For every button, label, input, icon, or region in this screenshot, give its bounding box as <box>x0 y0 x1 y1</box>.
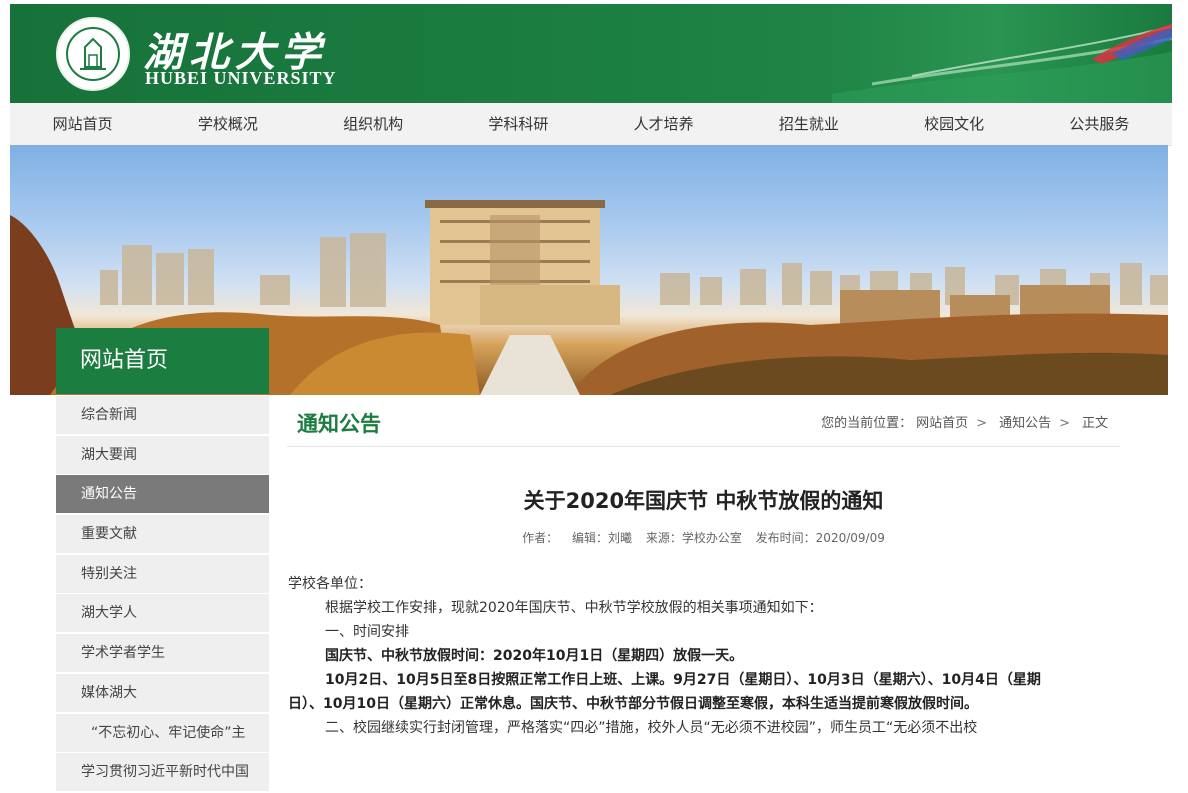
breadcrumb-separator: > <box>1059 416 1070 431</box>
breadcrumb-separator: > <box>976 416 988 431</box>
meta-source: 来源：学校办公室 <box>645 531 742 545</box>
meta-date: 发布时间：2020/09/09 <box>755 531 885 545</box>
main-nav: 网站首页 学校概况 组织机构 学科科研 人才培养 招生就业 校园文化 公共服务 <box>10 103 1172 146</box>
sidebar-title: 网站首页 <box>56 328 269 394</box>
sidebar-item-media[interactable]: 媒体湖大 <box>56 673 269 712</box>
paragraph-holiday-time: 国庆节、中秋节放假时间：2020年10月1日（星期四）放假一天。 <box>325 648 744 664</box>
nav-item-admission[interactable]: 招生就业 <box>736 103 881 145</box>
meta-author: 作者： <box>522 531 559 545</box>
breadcrumb-prefix: 您的当前位置： <box>821 416 913 431</box>
header-swoosh-decoration <box>832 23 1172 103</box>
nav-item-overview[interactable]: 学校概况 <box>155 103 300 145</box>
sidebar-item-notices[interactable]: 通知公告 <box>56 475 269 514</box>
nav-item-organization[interactable]: 组织机构 <box>301 103 446 145</box>
paragraph-intro: 根据学校工作安排，现就2020年国庆节、中秋节学校放假的相关事项通知如下： <box>325 600 823 616</box>
paragraph-schedule-line-1: 10月2日、10月5日至8日按照正常工作日上班、上课。9月27日（星期日）、10… <box>325 672 1041 688</box>
article-body: 学校各单位： 根据学校工作安排，现就2020年国庆节、中秋节学校放假的相关事项通… <box>288 572 1118 740</box>
sidebar-item-special-focus[interactable]: 特别关注 <box>56 554 269 593</box>
seal-inner-ring <box>66 27 120 81</box>
nav-item-education[interactable]: 人才培养 <box>591 103 736 145</box>
nav-item-services[interactable]: 公共服务 <box>1027 103 1172 145</box>
sidebar-item-general-news[interactable]: 综合新闻 <box>56 396 269 434</box>
sidebar-item-study-thought[interactable]: 学习贯彻习近平新时代中国 <box>56 753 269 792</box>
sidebar-item-documents[interactable]: 重要文献 <box>56 515 269 554</box>
paragraph-schedule-line-2: 日）、10月10日（星期六）正常休息。国庆节、中秋节部分节假日调整至寒假，本科生… <box>288 696 978 712</box>
sidebar-item-mission-theme[interactable]: “不忘初心、牢记使命”主 <box>56 713 269 752</box>
university-seal-logo[interactable] <box>56 17 130 91</box>
nav-item-home[interactable]: 网站首页 <box>10 103 155 145</box>
breadcrumb: 您的当前位置： 网站首页 > 通知公告 > 正文 <box>817 412 1108 431</box>
sidebar-item-scholars[interactable]: 学术学者学生 <box>56 634 269 673</box>
breadcrumb-notices[interactable]: 通知公告 <box>999 416 1051 431</box>
meta-editor: 编辑：刘曦 <box>571 531 632 545</box>
article-meta: 作者： 编辑：刘曦 来源：学校办公室 发布时间：2020/09/09 <box>287 529 1120 546</box>
breadcrumb-home[interactable]: 网站首页 <box>916 416 968 431</box>
paragraph-salutation: 学校各单位： <box>288 576 372 592</box>
nav-item-culture[interactable]: 校园文化 <box>882 103 1027 145</box>
breadcrumb-current: 正文 <box>1081 416 1108 431</box>
sidebar-item-people[interactable]: 湖大学人 <box>56 594 269 633</box>
nav-item-research[interactable]: 学科科研 <box>446 103 591 145</box>
sidebar-item-hubu-news[interactable]: 湖大要闻 <box>56 435 269 474</box>
paragraph-section-2-heading: 二、校园继续实行封闭管理，严格落实“四必”措施，校外人员“无必须不进校园”，师生… <box>325 720 978 736</box>
article-title: 关于2020年国庆节 中秋节放假的通知 <box>523 489 884 513</box>
section-title: 通知公告 <box>297 412 381 436</box>
site-header: 湖北大学 HUBEI UNIVERSITY <box>10 4 1172 103</box>
seal-emblem-icon <box>80 37 106 70</box>
content-header: 通知公告 您的当前位置： 网站首页 > 通知公告 > 正文 <box>287 398 1120 447</box>
logo-english-name: HUBEI UNIVERSITY <box>145 68 337 88</box>
paragraph-section-1-heading: 一、时间安排 <box>325 624 409 640</box>
sidebar-menu: 综合新闻 湖大要闻 通知公告 重要文献 特别关注 湖大学人 学术学者学生 媒体湖… <box>56 396 269 793</box>
